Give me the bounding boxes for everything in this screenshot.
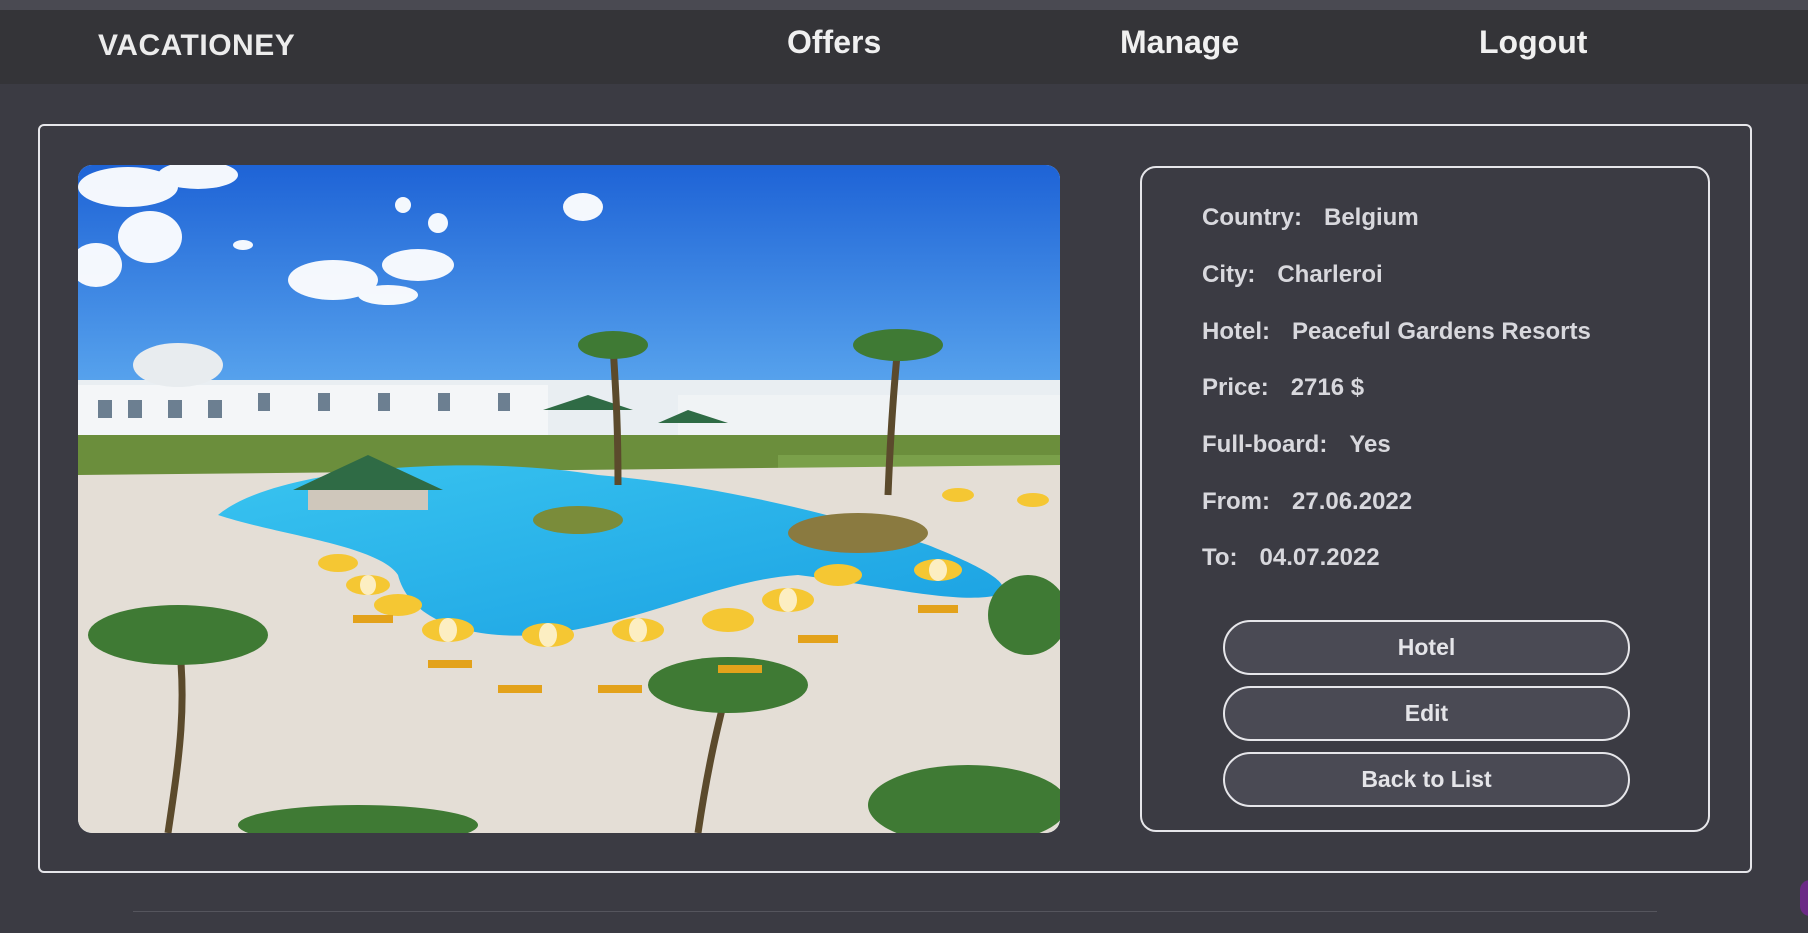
hotel-value: Peaceful Gardens Resorts <box>1292 318 1591 345</box>
from-date-row: From: 27.06.2022 <box>1202 488 1412 516</box>
to-date-row: To: 04.07.2022 <box>1202 544 1380 572</box>
edit-button[interactable]: Edit <box>1223 686 1630 741</box>
to-date-value: 04.07.2022 <box>1259 544 1380 571</box>
floating-widget-edge[interactable] <box>1800 880 1808 916</box>
country-value: Belgium <box>1323 204 1419 231</box>
nav-offers-link[interactable]: Offers <box>787 24 881 61</box>
hotel-button[interactable]: Hotel <box>1223 620 1630 675</box>
from-date-label: From: <box>1202 488 1270 515</box>
price-value: 2716 $ <box>1290 374 1365 401</box>
top-edge <box>0 0 1808 10</box>
nav-logout-link[interactable]: Logout <box>1479 24 1587 61</box>
price-row: Price: 2716 $ <box>1202 374 1364 402</box>
to-date-label: To: <box>1202 544 1238 571</box>
full-board-value: Yes <box>1349 431 1391 458</box>
navbar: VACATIONEY Offers Manage Logout <box>0 10 1808 84</box>
price-label: Price: <box>1202 374 1269 401</box>
hotel-row: Hotel: Peaceful Gardens Resorts <box>1202 318 1591 346</box>
back-to-list-button[interactable]: Back to List <box>1223 752 1630 807</box>
city-value: Charleroi <box>1277 261 1383 288</box>
country-row: Country: Belgium <box>1202 204 1419 232</box>
country-label: Country: <box>1202 204 1302 231</box>
offer-info-panel: Country: Belgium City: Charleroi Hotel: Pea… <box>1140 166 1710 832</box>
city-row: City: Charleroi <box>1202 261 1383 289</box>
hotel-label: Hotel: <box>1202 318 1270 345</box>
full-board-row: Full-board: Yes <box>1202 431 1391 459</box>
resort-photo <box>78 165 1060 833</box>
brand-logo[interactable]: VACATIONEY <box>98 29 295 63</box>
footer-divider <box>133 911 1657 912</box>
nav-manage-link[interactable]: Manage <box>1120 24 1239 61</box>
from-date-value: 27.06.2022 <box>1292 488 1413 515</box>
city-label: City: <box>1202 261 1256 288</box>
full-board-label: Full-board: <box>1202 431 1328 458</box>
